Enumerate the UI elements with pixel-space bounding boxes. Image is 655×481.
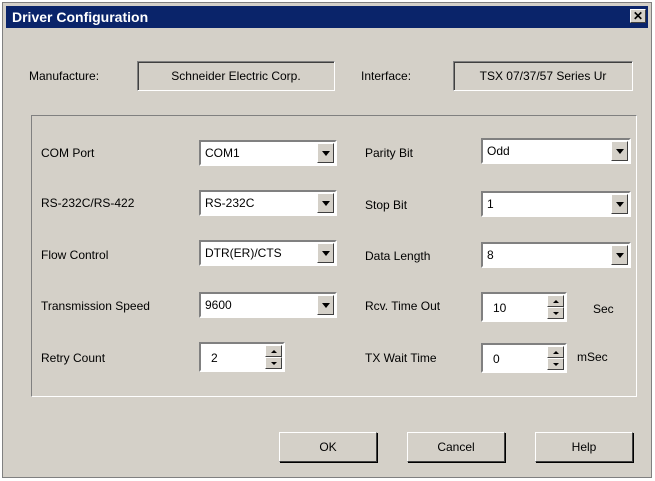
stop-bit-select[interactable]: 1: [481, 191, 631, 217]
rcv-timeout-unit: Sec: [593, 302, 614, 316]
tx-wait-value: 0: [493, 352, 500, 366]
rcv-timeout-label: Rcv. Time Out: [365, 299, 441, 313]
retry-count-spinner[interactable]: 2: [199, 342, 285, 372]
driver-configuration-dialog: Driver Configuration ✕ Manufacture: Schn…: [2, 2, 652, 478]
retry-count-label: Retry Count: [41, 351, 106, 365]
data-length-select[interactable]: 8: [481, 242, 631, 268]
rs-value: RS-232C: [205, 196, 255, 210]
chevron-down-icon[interactable]: [317, 295, 334, 315]
com-port-value: COM1: [205, 146, 240, 160]
parity-bit-label: Parity Bit: [365, 146, 414, 160]
stop-bit-value: 1: [487, 197, 494, 211]
flow-control-value: DTR(ER)/CTS: [205, 246, 282, 260]
spin-up-icon[interactable]: [265, 345, 282, 357]
spin-up-icon[interactable]: [547, 295, 564, 307]
data-length-label: Data Length: [365, 249, 431, 263]
chevron-down-icon[interactable]: [317, 243, 334, 263]
spin-down-icon[interactable]: [265, 357, 282, 369]
chevron-down-icon[interactable]: [611, 245, 628, 265]
chevron-down-icon[interactable]: [611, 194, 628, 214]
rs-label: RS-232C/RS-422: [41, 196, 135, 210]
spin-down-icon[interactable]: [547, 307, 564, 319]
title-bar: Driver Configuration ✕: [6, 6, 648, 28]
tx-wait-unit: mSec: [577, 350, 608, 364]
chevron-down-icon[interactable]: [317, 193, 334, 213]
close-icon: ✕: [632, 9, 644, 23]
transmission-speed-select[interactable]: 9600: [199, 292, 337, 318]
interface-label: Interface:: [361, 69, 412, 83]
spin-up-icon[interactable]: [547, 346, 564, 358]
chevron-down-icon[interactable]: [317, 143, 334, 163]
data-length-value: 8: [487, 248, 494, 262]
flow-control-label: Flow Control: [41, 248, 109, 262]
flow-control-select[interactable]: DTR(ER)/CTS: [199, 240, 337, 266]
manufacture-label: Manufacture:: [29, 69, 100, 83]
rs-select[interactable]: RS-232C: [199, 190, 337, 216]
rcv-timeout-spinner[interactable]: 10: [481, 292, 567, 322]
tx-wait-label: TX Wait Time: [365, 351, 437, 365]
ok-button[interactable]: OK: [279, 432, 377, 462]
retry-count-value: 2: [211, 351, 218, 365]
transmission-speed-value: 9600: [205, 298, 232, 312]
cancel-button[interactable]: Cancel: [407, 432, 505, 462]
chevron-down-icon[interactable]: [611, 141, 628, 161]
rcv-timeout-value: 10: [493, 301, 507, 315]
com-port-label: COM Port: [41, 146, 95, 160]
parity-bit-select[interactable]: Odd: [481, 138, 631, 164]
parity-bit-value: Odd: [487, 144, 510, 158]
manufacture-field: Schneider Electric Corp.: [137, 61, 335, 91]
transmission-speed-label: Transmission Speed: [41, 299, 150, 313]
close-button[interactable]: ✕: [630, 9, 646, 23]
window-title: Driver Configuration: [12, 9, 149, 25]
spin-down-icon[interactable]: [547, 358, 564, 370]
tx-wait-spinner[interactable]: 0: [481, 343, 567, 373]
stop-bit-label: Stop Bit: [365, 198, 408, 212]
interface-field: TSX 07/37/57 Series Ur: [453, 61, 633, 91]
help-button[interactable]: Help: [535, 432, 633, 462]
com-port-select[interactable]: COM1: [199, 140, 337, 166]
